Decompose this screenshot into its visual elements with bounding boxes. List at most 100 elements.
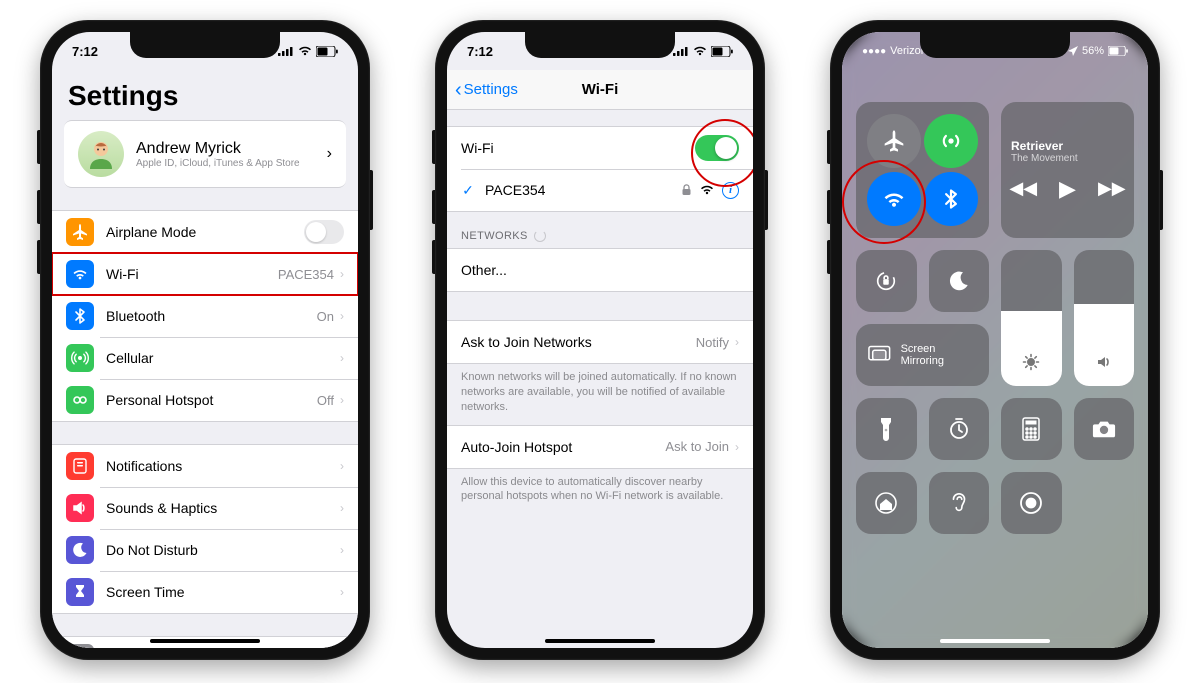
row-airplane[interactable]: Airplane Mode: [52, 211, 358, 253]
battery-icon: [711, 46, 733, 57]
wifi-icon: [71, 265, 89, 283]
calculator-icon: [1019, 417, 1043, 441]
notch: [130, 32, 280, 58]
row-auto-hotspot[interactable]: Auto-Join Hotspot Ask to Join ›: [447, 426, 753, 468]
wifi-button[interactable]: [867, 172, 921, 226]
notifications-icon: [71, 457, 89, 475]
back-button[interactable]: ‹ Settings: [455, 80, 518, 100]
orientation-lock-button[interactable]: [856, 250, 917, 312]
hearing-button[interactable]: [929, 472, 990, 534]
timer-button[interactable]: [929, 398, 990, 460]
chevron-icon: ›: [735, 440, 739, 454]
lock-icon: [681, 184, 692, 196]
screen-mirroring-button[interactable]: Screen Mirroring: [856, 324, 989, 386]
row-wifi[interactable]: Wi-Fi PACE354 ›: [52, 253, 358, 295]
row-other-network[interactable]: Other...: [447, 249, 753, 291]
phone-wifi: 7:12 ‹ Settings Wi-Fi Wi-Fi: [435, 20, 765, 660]
status-time: 7:12: [72, 44, 98, 59]
moon-icon: [71, 541, 89, 559]
camera-icon: [1092, 417, 1116, 441]
volume-icon: [1095, 353, 1113, 376]
chevron-icon: ›: [340, 267, 344, 281]
chevron-icon: ›: [340, 309, 344, 323]
screen-record-button[interactable]: [1001, 472, 1062, 534]
chevron-icon: ›: [340, 393, 344, 407]
control-center: Retriever The Movement ◀◀ ▶ ▶▶: [856, 102, 1134, 634]
wifi-icon: [298, 46, 312, 56]
connectivity-tile[interactable]: [856, 102, 989, 238]
page-title: Settings: [52, 70, 358, 120]
nav-bar: ‹ Settings Wi-Fi: [447, 70, 753, 110]
notch: [525, 32, 675, 58]
row-wifi-toggle[interactable]: Wi-Fi: [447, 127, 753, 169]
row-apple-id[interactable]: Andrew Myrick Apple ID, iCloud, iTunes &…: [64, 121, 346, 187]
row-cellular[interactable]: Cellular ›: [52, 337, 358, 379]
wifi-icon: [693, 46, 707, 56]
signal-icon: [278, 46, 294, 56]
chevron-icon: ›: [735, 335, 739, 349]
flashlight-button[interactable]: [856, 398, 917, 460]
row-ask-to-join[interactable]: Ask to Join Networks Notify ›: [447, 321, 753, 363]
brightness-slider[interactable]: [1001, 250, 1062, 386]
signal-icon: [673, 46, 689, 56]
lock-rotation-icon: [874, 269, 898, 293]
battery-pct: 56%: [1082, 45, 1104, 57]
wifi-strength-icon: [700, 185, 714, 195]
checkmark-icon: ✓: [461, 182, 475, 199]
airplane-toggle[interactable]: [304, 220, 344, 244]
notch: [920, 32, 1070, 58]
next-track-button[interactable]: ▶▶: [1098, 178, 1126, 199]
status-time: 7:12: [467, 44, 493, 59]
profile-sub: Apple ID, iCloud, iTunes & App Store: [136, 158, 327, 169]
battery-icon: [1108, 46, 1128, 56]
row-screentime[interactable]: Screen Time ›: [52, 571, 358, 613]
volume-slider[interactable]: [1074, 250, 1135, 386]
row-connected-network[interactable]: ✓ PACE354 i: [447, 169, 753, 211]
home-indicator[interactable]: [940, 639, 1050, 643]
row-hotspot[interactable]: Personal Hotspot Off ›: [52, 379, 358, 421]
hotspot-icon: [71, 391, 89, 409]
home-indicator[interactable]: [150, 639, 260, 643]
play-button[interactable]: ▶: [1059, 176, 1076, 202]
prev-track-button[interactable]: ◀◀: [1009, 178, 1037, 199]
music-title: Retriever: [1011, 139, 1063, 153]
chevron-icon: ›: [340, 585, 344, 599]
moon-icon: [947, 269, 971, 293]
dnd-button[interactable]: [929, 250, 990, 312]
profile-name: Andrew Myrick: [136, 140, 327, 158]
timer-icon: [947, 417, 971, 441]
music-artist: The Movement: [1011, 153, 1078, 164]
row-bluetooth[interactable]: Bluetooth On ›: [52, 295, 358, 337]
bluetooth-button[interactable]: [924, 172, 978, 226]
row-notifications[interactable]: Notifications ›: [52, 445, 358, 487]
battery-icon: [316, 46, 338, 57]
row-sounds[interactable]: Sounds & Haptics ›: [52, 487, 358, 529]
chevron-icon: ›: [340, 351, 344, 365]
cellular-button[interactable]: [924, 114, 978, 168]
networks-header: NETWORKS: [447, 212, 753, 248]
ask-footer: Known networks will be joined automatica…: [447, 364, 753, 425]
avatar: [78, 131, 124, 177]
flashlight-icon: [874, 417, 898, 441]
airplane-button[interactable]: [867, 114, 921, 168]
home-indicator[interactable]: [545, 639, 655, 643]
home-button[interactable]: [856, 472, 917, 534]
wifi-icon: [881, 186, 907, 212]
brightness-icon: [1022, 353, 1040, 376]
ear-icon: [947, 491, 971, 515]
chevron-icon: ›: [340, 543, 344, 557]
calculator-button[interactable]: [1001, 398, 1062, 460]
chevron-icon: ›: [340, 501, 344, 515]
auto-footer: Allow this device to automatically disco…: [447, 469, 753, 515]
wifi-toggle[interactable]: [695, 135, 739, 161]
info-icon[interactable]: i: [722, 182, 739, 199]
spinner-icon: [534, 230, 546, 242]
camera-button[interactable]: [1074, 398, 1135, 460]
row-dnd[interactable]: Do Not Disturb ›: [52, 529, 358, 571]
chevron-icon: ›: [340, 459, 344, 473]
music-tile[interactable]: Retriever The Movement ◀◀ ▶ ▶▶: [1001, 102, 1134, 238]
sounds-icon: [71, 499, 89, 517]
record-icon: [1019, 491, 1043, 515]
mirroring-icon: [868, 345, 891, 365]
home-icon: [874, 491, 898, 515]
